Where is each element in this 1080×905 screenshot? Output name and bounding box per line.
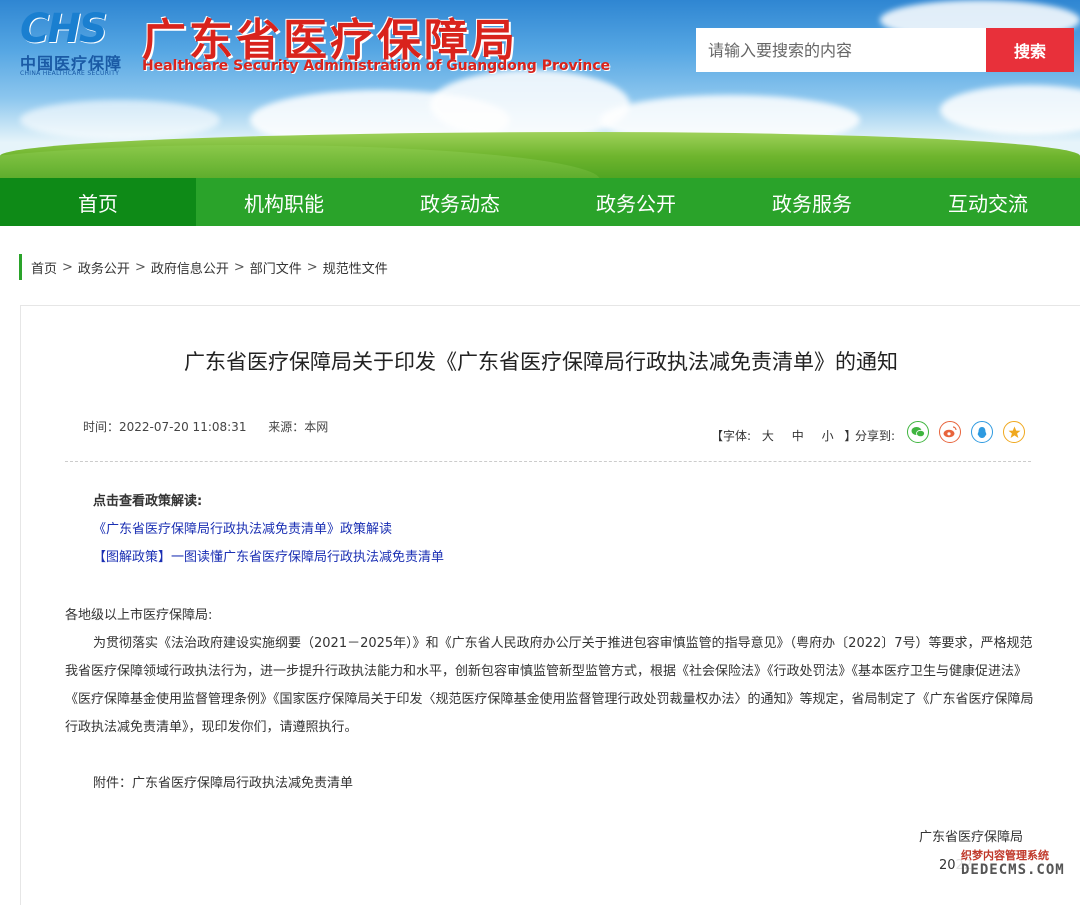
nav-item-services[interactable]: 政务服务 [724, 178, 900, 226]
article-container: 广东省医疗保障局关于印发《广东省医疗保障局行政执法减免责清单》的通知 时间：20… [20, 305, 1080, 905]
site-header: CHS 中国医疗保障 CHINA HEALTHCARE SECURITY 广东省… [0, 0, 1080, 178]
breadcrumb-separator: > [134, 259, 146, 275]
search-button[interactable]: 搜索 [986, 28, 1074, 72]
watermark-en-text: DEDECMS.COM [961, 862, 1065, 878]
watermark-cn-text: 织梦内容管理系统 [961, 849, 1049, 862]
breadcrumb-gov-info[interactable]: 政府信息公开 [151, 258, 229, 277]
font-size-switcher: 【字体: 大 中 小 】 [711, 427, 856, 444]
font-size-large[interactable]: 大 [762, 429, 774, 443]
cloud-decoration [940, 85, 1080, 135]
qzone-glyph [1008, 426, 1020, 438]
logo-en-text: CHINA HEALTHCARE SECURITY [20, 70, 120, 77]
article-source: 来源：本网 [268, 420, 329, 434]
qq-glyph [977, 426, 987, 438]
font-size-small[interactable]: 小 [822, 429, 834, 443]
nav-item-disclosure[interactable]: 政务公开 [548, 178, 724, 226]
article-paragraph: 为贯彻落实《法治政府建设实施纲要（2021－2025年）》和《广东省人民政府办公… [65, 636, 1034, 735]
article-greeting: 各地级以上市医疗保障局: [65, 608, 213, 623]
article-meta: 时间：2022-07-20 11:08:31 来源：本网 [83, 418, 346, 435]
search-input[interactable] [696, 28, 986, 72]
dedecms-watermark: 织梦内容管理系统 DEDECMS.COM [955, 845, 1080, 882]
policy-interpretation-link[interactable]: 《广东省医疗保障局行政执法减免责清单》政策解读 [93, 518, 392, 537]
main-nav: 首页 机构职能 政务动态 政务公开 政务服务 互动交流 [0, 178, 1080, 226]
weibo-glyph [943, 426, 957, 438]
font-size-label: 【字体: [711, 429, 752, 443]
article-title: 广东省医疗保障局关于印发《广东省医疗保障局行政执法减免责清单》的通知 [184, 350, 898, 374]
breadcrumb-home[interactable]: 首页 [31, 258, 57, 277]
logo-mark: CHS [20, 6, 108, 52]
weibo-icon[interactable] [939, 421, 961, 443]
nav-item-institution[interactable]: 机构职能 [196, 178, 372, 226]
qq-icon[interactable] [971, 421, 993, 443]
cloud-decoration [20, 100, 220, 140]
breadcrumb-disclosure[interactable]: 政务公开 [78, 258, 130, 277]
breadcrumb-dept-docs[interactable]: 部门文件 [250, 258, 302, 277]
article-attachment[interactable]: 附件：广东省医疗保障局行政执法减免责清单 [93, 770, 353, 798]
site-subtitle: Healthcare Security Administration of Gu… [142, 58, 611, 74]
breadcrumb: 首页 > 政务公开 > 政府信息公开 > 部门文件 > 规范性文件 [19, 254, 388, 280]
qzone-icon[interactable] [1003, 421, 1025, 443]
cloud-decoration [430, 70, 630, 140]
breadcrumb-separator: > [233, 259, 245, 275]
chs-logo[interactable]: CHS 中国医疗保障 CHINA HEALTHCARE SECURITY [20, 6, 132, 77]
wechat-glyph [911, 427, 925, 438]
wechat-icon[interactable] [907, 421, 929, 443]
breadcrumb-normative-docs[interactable]: 规范性文件 [323, 258, 388, 277]
nav-item-interaction[interactable]: 互动交流 [900, 178, 1076, 226]
breadcrumb-separator: > [306, 259, 318, 275]
font-size-medium[interactable]: 中 [792, 429, 804, 443]
signature-organization: 广东省医疗保障局 [919, 830, 1024, 845]
article-divider [65, 461, 1031, 462]
breadcrumb-separator: > [62, 259, 73, 275]
share-label: 分享到: [855, 429, 896, 443]
policy-interpretation-heading: 点击查看政策解读: [93, 494, 203, 509]
policy-infographic-link[interactable]: 【图解政策】一图读懂广东省医疗保障局行政执法减免责清单 [93, 546, 444, 565]
nav-item-home[interactable]: 首页 [0, 178, 196, 226]
publish-time: 时间：2022-07-20 11:08:31 [83, 420, 247, 434]
nav-item-news[interactable]: 政务动态 [372, 178, 548, 226]
